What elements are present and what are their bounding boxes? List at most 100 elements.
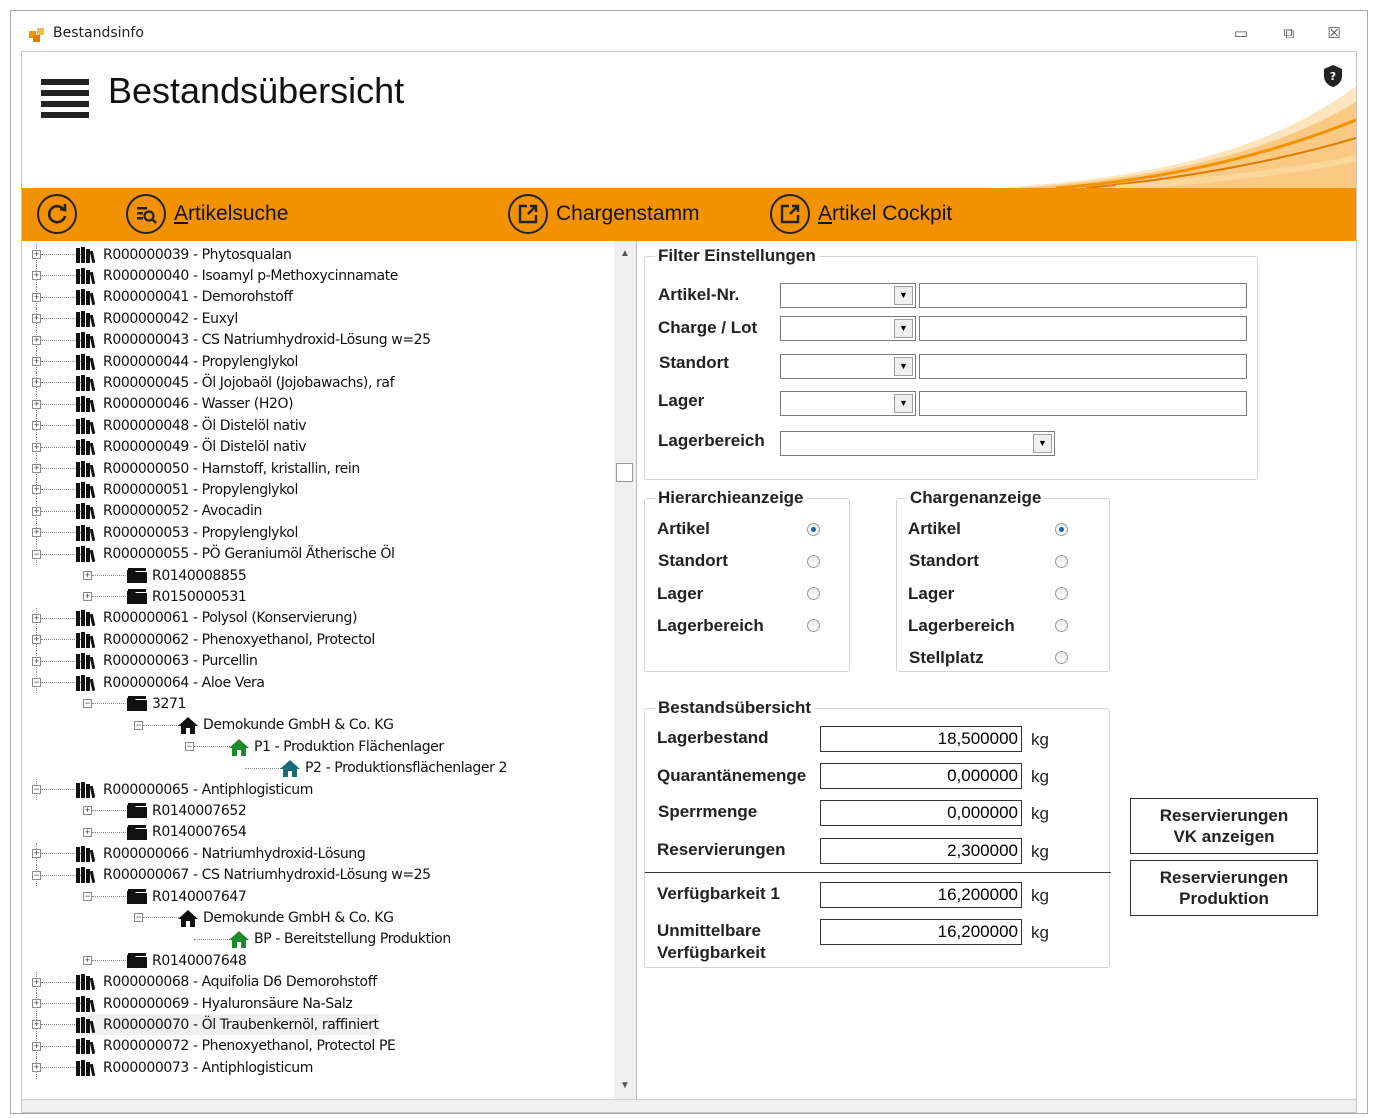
tree-node[interactable]: R000000051 - Propylenglykol	[76, 479, 298, 500]
collapse-icon[interactable]: −	[32, 870, 41, 880]
expand-icon[interactable]: +	[32, 1041, 41, 1051]
close-button[interactable]: ☒	[1322, 21, 1346, 45]
chargen-stellplatz-radio[interactable]	[1055, 651, 1068, 664]
hierarchie-lager-radio[interactable]	[807, 587, 820, 600]
expand-icon[interactable]: +	[32, 464, 41, 473]
expand-icon[interactable]: +	[32, 656, 41, 666]
expand-icon[interactable]: +	[32, 485, 41, 495]
tree-node[interactable]: R000000061 - Polysol (Konservierung)	[76, 608, 357, 629]
expand-icon[interactable]: +	[32, 314, 41, 324]
tree-node[interactable]: R000000042 - Euxyl	[76, 308, 238, 329]
tree-node[interactable]: R000000055 - PÖ Geraniumöl Ätherische Öl	[76, 544, 395, 565]
tree-node[interactable]: R0140007654	[127, 822, 247, 843]
hierarchie-artikel-radio[interactable]	[807, 523, 820, 536]
tree-node[interactable]: R0150000531	[127, 586, 247, 607]
standort-combo[interactable]: ▼	[780, 354, 916, 379]
expand-icon[interactable]: +	[32, 250, 41, 259]
tree-node[interactable]: R000000062 - Phenoxyethanol, Protectol	[76, 629, 375, 650]
expand-icon[interactable]: +	[83, 956, 92, 966]
lagerbereich-combo[interactable]: ▼	[780, 431, 1055, 456]
chargen-lager-radio[interactable]	[1055, 587, 1068, 600]
tree-node[interactable]: R000000045 - Öl Jojobaöl (Jojobawachs), …	[76, 372, 395, 393]
tree-node[interactable]: Demokunde GmbH & Co. KG	[178, 715, 394, 736]
expand-icon[interactable]: +	[32, 399, 41, 409]
tree-node[interactable]: R000000067 - CS Natriumhydroxid-Lösung w…	[76, 865, 431, 886]
tree-node[interactable]: Demokunde GmbH & Co. KG	[178, 907, 394, 928]
tree-node[interactable]: R000000072 - Phenoxyethanol, Protectol P…	[76, 1036, 396, 1057]
expand-icon[interactable]: +	[32, 528, 41, 538]
tree-node[interactable]: 3271	[127, 693, 186, 714]
tree-node[interactable]: R000000041 - Demorohstoff	[76, 287, 293, 308]
tree-node[interactable]: R000000073 - Antiphlogisticum	[76, 1057, 313, 1078]
chargen-lagerbereich-radio[interactable]	[1055, 619, 1068, 632]
minimize-button[interactable]: ▭	[1229, 21, 1253, 45]
chargen-artikel-radio[interactable]	[1055, 523, 1068, 536]
expand-icon[interactable]: +	[32, 506, 41, 516]
charge-lot-input[interactable]	[919, 316, 1247, 341]
expand-icon[interactable]: +	[32, 999, 41, 1008]
tree-node[interactable]: R000000068 - Aquifolia D6 Demorohstoff	[76, 972, 377, 993]
collapse-icon[interactable]: −	[83, 892, 92, 901]
tree-node[interactable]: R000000069 - Hyaluronsäure Na-Salz	[76, 993, 353, 1014]
expand-icon[interactable]: +	[83, 592, 92, 602]
article-tree[interactable]: + R000000039 - Phytosqualan + R000000040 - …	[22, 241, 637, 1099]
collapse-icon[interactable]: −	[32, 549, 41, 559]
expand-icon[interactable]: +	[32, 1063, 41, 1073]
reservierungen-produktion-button[interactable]: Reservierungen Produktion	[1130, 860, 1318, 916]
collapse-icon[interactable]: −	[32, 678, 41, 687]
tree-node[interactable]: R000000050 - Harnstoff, kristallin, rein	[76, 458, 360, 479]
tree-node[interactable]: R0140008855	[127, 565, 247, 586]
hierarchie-lagerbereich-radio[interactable]	[807, 619, 820, 632]
collapse-icon[interactable]: −	[185, 742, 194, 752]
reservierungen-vk-button[interactable]: Reservierungen VK anzeigen	[1130, 798, 1318, 854]
collapse-icon[interactable]: −	[83, 699, 92, 709]
collapse-icon[interactable]: −	[134, 720, 143, 730]
tree-node[interactable]: R000000040 - Isoamyl p-Methoxycinnamate	[76, 265, 398, 286]
artikel-nr-input[interactable]	[919, 283, 1247, 308]
expand-icon[interactable]: +	[32, 977, 41, 987]
tree-node[interactable]: P2 - Produktionsflächenlager 2	[280, 758, 507, 779]
collapse-icon[interactable]: −	[32, 785, 41, 794]
tree-node[interactable]: R000000053 - Propylenglykol	[76, 522, 298, 543]
expand-icon[interactable]: +	[32, 335, 41, 345]
expand-icon[interactable]: +	[32, 1020, 41, 1030]
tree-node[interactable]: P1 - Produktion Flächenlager	[229, 736, 444, 757]
refresh-button[interactable]	[37, 191, 85, 237]
tree-node[interactable]: R000000065 - Antiphlogisticum	[76, 779, 313, 800]
standort-input[interactable]	[919, 354, 1247, 379]
tree-node[interactable]: R000000070 - Öl Traubenkernöl, raffinier…	[76, 1014, 379, 1036]
lager-input[interactable]	[919, 391, 1247, 416]
expand-icon[interactable]: +	[32, 442, 41, 452]
expand-icon[interactable]: +	[32, 849, 41, 859]
artikelsuche-button[interactable]: Artikelsuche	[126, 191, 288, 237]
expand-icon[interactable]: +	[32, 271, 41, 281]
scroll-up-icon[interactable]: ▲	[614, 245, 636, 263]
tree-node[interactable]: R000000039 - Phytosqualan	[76, 244, 292, 265]
expand-icon[interactable]: +	[32, 421, 41, 431]
tree-node[interactable]: R000000043 - CS Natriumhydroxid-Lösung w…	[76, 330, 431, 351]
shield-icon[interactable]: ?	[1322, 64, 1344, 88]
expand-icon[interactable]: +	[32, 378, 41, 388]
tree-node[interactable]: R0140007647	[127, 886, 247, 907]
menu-icon[interactable]	[41, 79, 89, 119]
scroll-thumb[interactable]	[616, 463, 633, 482]
tree-scrollbar[interactable]: ▲ ▼	[614, 241, 636, 1099]
expand-icon[interactable]: +	[83, 827, 92, 837]
tree-node[interactable]: R000000044 - Propylenglykol	[76, 351, 298, 372]
tree-node[interactable]: R000000049 - Öl Distelöl nativ	[76, 437, 307, 458]
scroll-down-icon[interactable]: ▼	[614, 1077, 636, 1095]
tree-node[interactable]: R000000066 - Natriumhydroxid-Lösung	[76, 843, 366, 864]
tree-node[interactable]: R000000046 - Wasser (H2O)	[76, 394, 294, 415]
hierarchie-standort-radio[interactable]	[807, 555, 820, 568]
artikel-nr-combo[interactable]: ▼	[780, 283, 916, 308]
tree-node[interactable]: R0140007652	[127, 800, 247, 821]
tree-node[interactable]: R000000063 - Purcellin	[76, 651, 258, 672]
tree-node[interactable]: R000000064 - Aloe Vera	[76, 672, 265, 693]
expand-icon[interactable]: +	[83, 806, 92, 816]
tree-node[interactable]: BP - Bereitstellung Produktion	[229, 929, 451, 950]
chargen-standort-radio[interactable]	[1055, 555, 1068, 568]
tree-node[interactable]: R000000052 - Avocadin	[76, 501, 262, 522]
artikel-cockpit-button[interactable]: Artikel Cockpit	[770, 191, 952, 237]
expand-icon[interactable]: +	[32, 357, 41, 366]
expand-icon[interactable]: +	[83, 571, 92, 580]
